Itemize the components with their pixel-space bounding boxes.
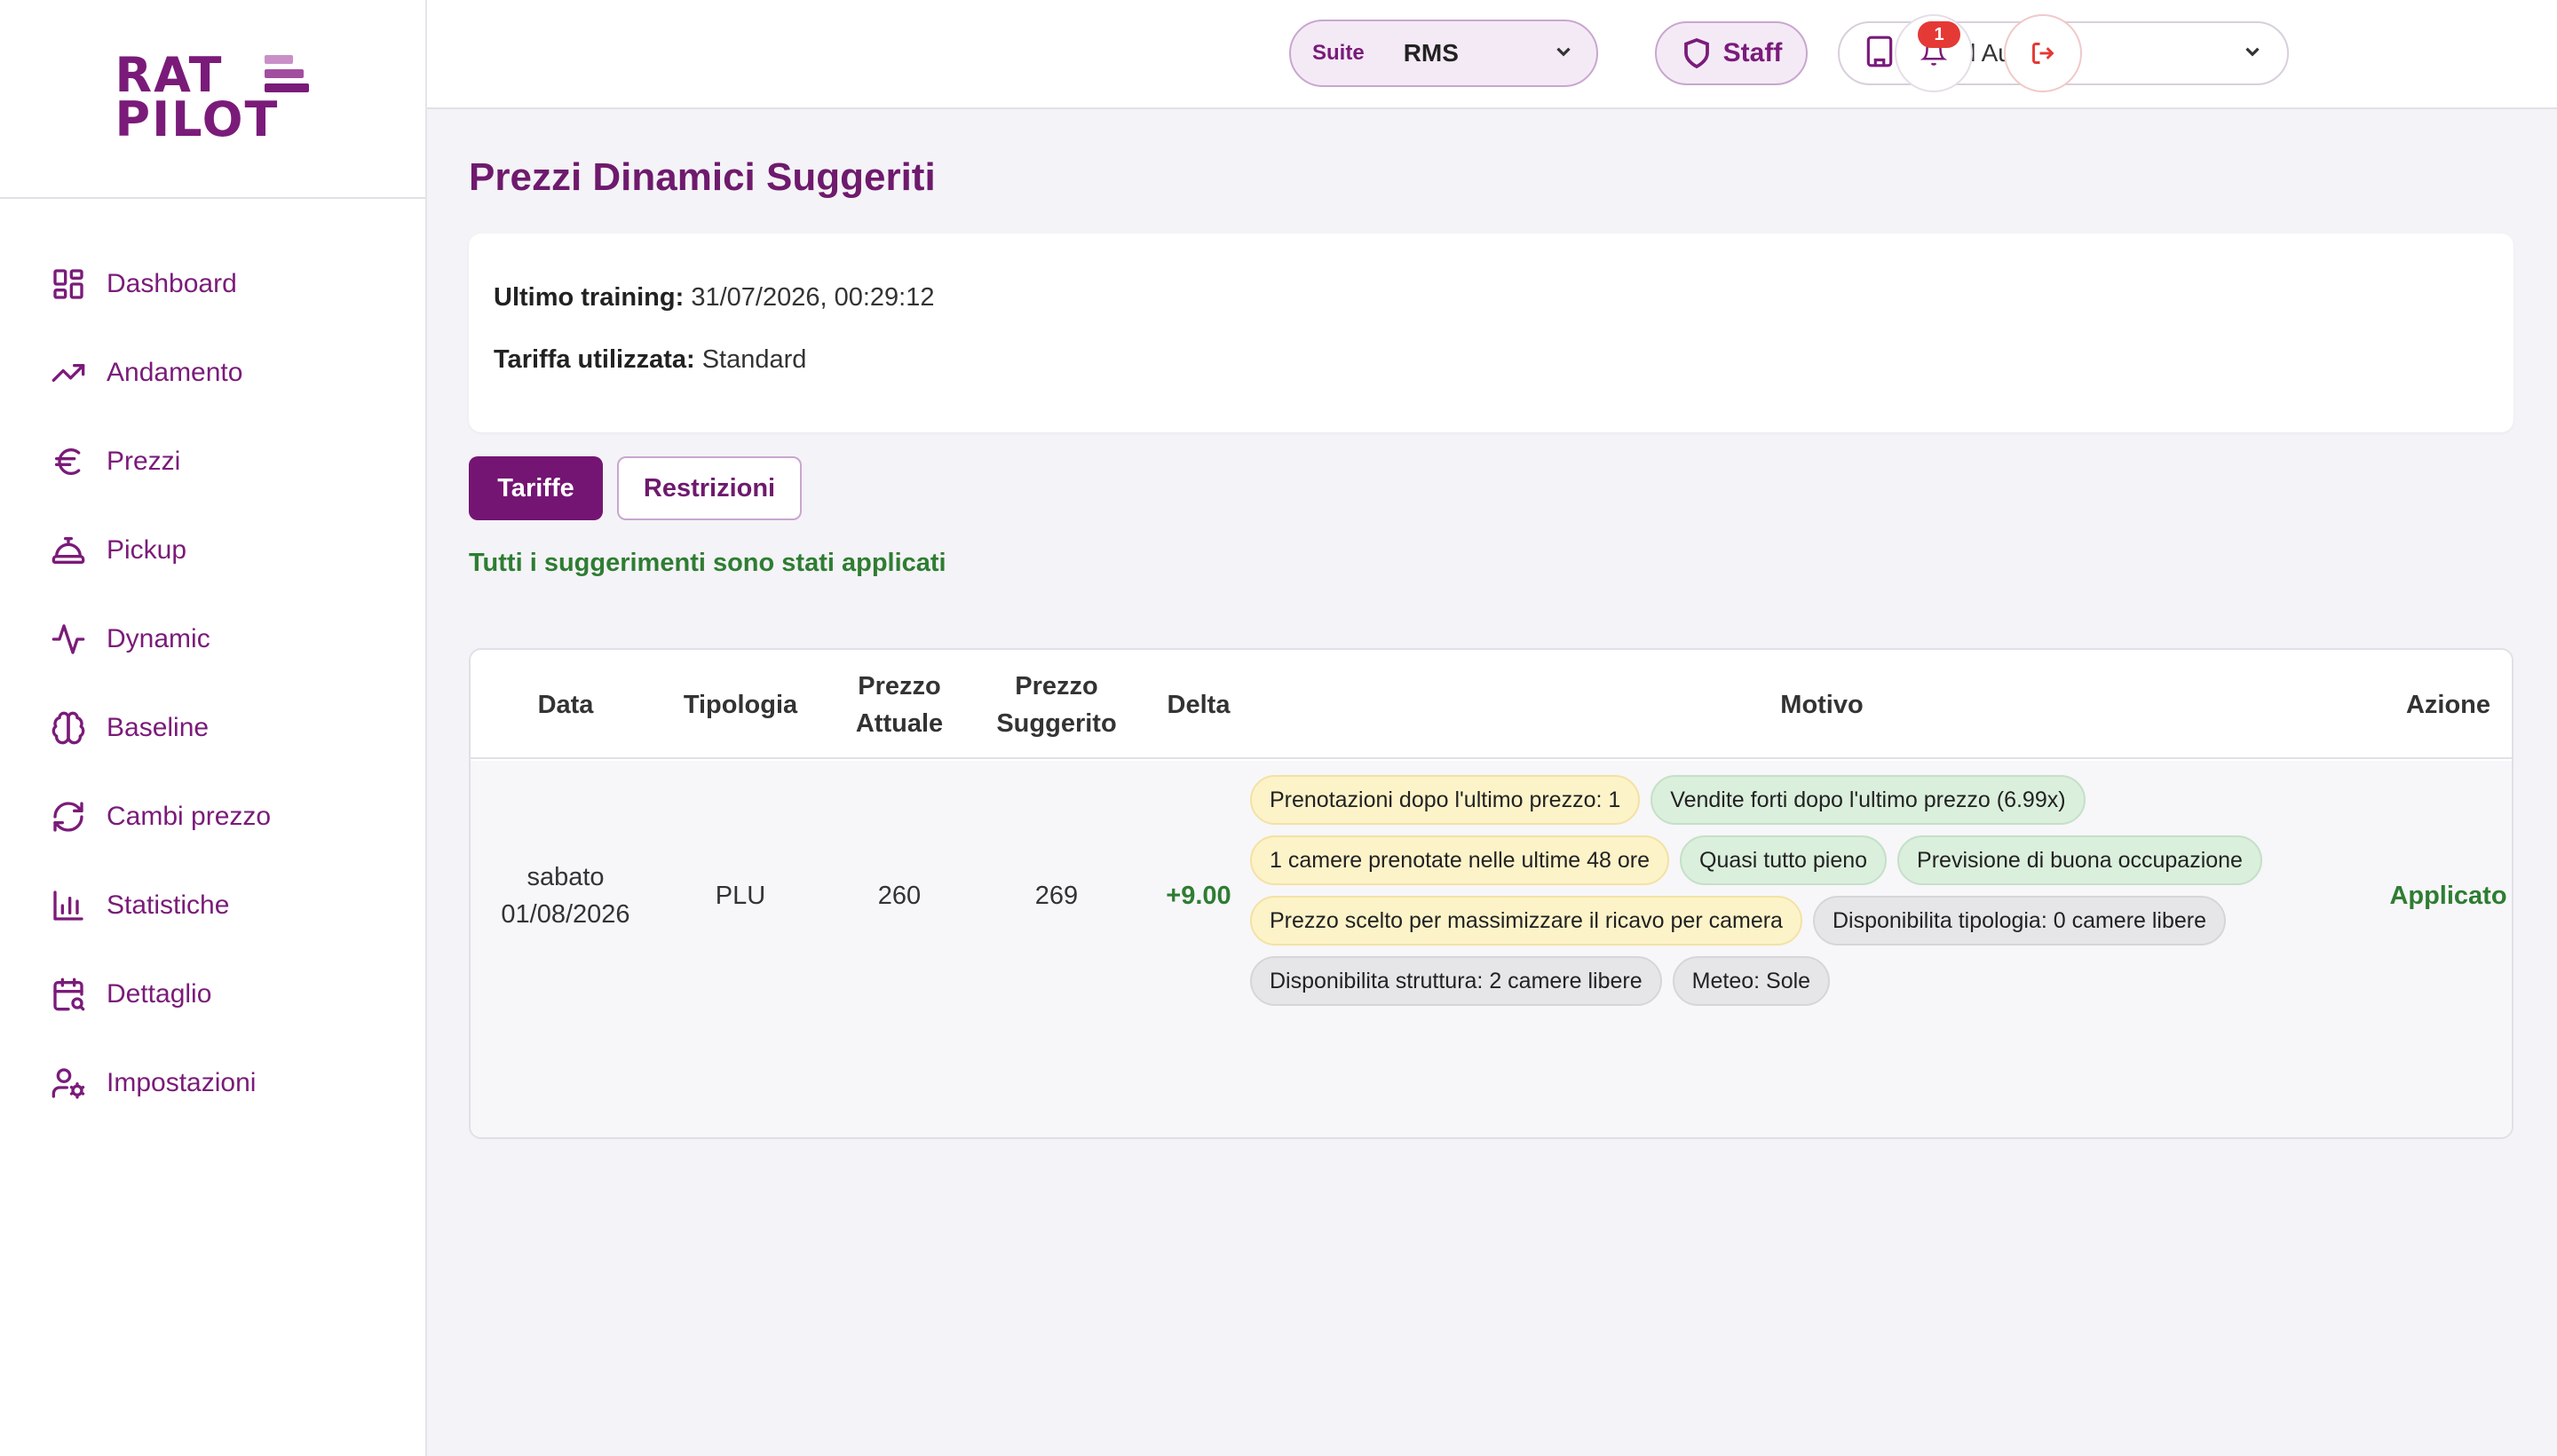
euro-icon [50, 443, 87, 480]
reason-chip: Meteo: Sole [1672, 956, 1831, 1006]
suite-label: Suite [1312, 41, 1365, 65]
cell-day-name: sabato [526, 862, 605, 891]
sidebar-item-pickup[interactable]: Pickup [0, 506, 425, 595]
bar-chart-icon [50, 887, 87, 924]
training-info-card: Ultimo training: 31/07/2026, 00:29:12 Ta… [469, 233, 2513, 432]
training-label: Ultimo training: [494, 283, 685, 312]
staff-label: Staff [1722, 38, 1783, 67]
logo-bars [264, 55, 309, 98]
tab-restrizioni[interactable]: Restrizioni [617, 456, 802, 520]
dashboard-icon [50, 265, 87, 303]
reason-chip: Previsione di buona occupazione [1897, 835, 2262, 885]
calendar-search-icon [50, 976, 87, 1013]
sidebar-item-andamento[interactable]: Andamento [0, 328, 425, 417]
reason-chip: 1 camere prenotate nelle ultime 48 ore [1250, 835, 1670, 885]
cell-date: sabato 01/08/2026 [471, 761, 661, 1030]
page-title: Prezzi Dinamici Suggeriti [469, 155, 936, 199]
reason-chip: Vendite forti dopo l'ultimo prezzo (6.99… [1651, 775, 2086, 825]
suite-select[interactable]: Suite RMS [1289, 20, 1598, 87]
sidebar-item-label: Impostazioni [107, 1068, 257, 1097]
cell-suggested-price: 269 [1034, 881, 1079, 910]
cell-delta: +9.00 [1166, 881, 1231, 910]
shield-icon [1683, 37, 1709, 69]
column-header-suggested[interactable]: Prezzo Suggerito [978, 650, 1135, 759]
sidebar-item-label: Dynamic [107, 624, 210, 653]
notification-badge: 1 [1918, 21, 1960, 48]
suite-value: RMS [1403, 39, 1459, 67]
sidebar-item-dashboard[interactable]: Dashboard [0, 240, 425, 328]
sidebar-item-label: Statistiche [107, 890, 230, 920]
column-header-type[interactable]: Tipologia [661, 650, 820, 759]
reason-chip: Prenotazioni dopo l'ultimo prezzo: 1 [1250, 775, 1641, 825]
reason-chips: Prenotazioni dopo l'ultimo prezzo: 1 Ven… [1250, 775, 2316, 1017]
tab-tariffe[interactable]: Tariffe [469, 456, 603, 520]
chip-row: Prenotazioni dopo l'ultimo prezzo: 1 Ven… [1250, 775, 2316, 825]
cell-current-price: 260 [877, 881, 922, 910]
brain-icon [50, 709, 87, 747]
column-header-reason: Motivo [1780, 690, 1864, 719]
trending-up-icon [50, 354, 87, 392]
chevron-down-icon [2241, 40, 2264, 67]
training-value: 31/07/2026, 00:29:12 [691, 283, 935, 312]
column-header-suggested-l1: Prezzo [1015, 671, 1098, 700]
suggestions-table: Data Tipologia Prezzo Attuale Prezzo Sug… [469, 648, 2513, 1139]
refresh-icon [50, 798, 87, 835]
logout-icon [2032, 43, 2054, 64]
chip-row: Prezzo scelto per massimizzare il ricavo… [1250, 896, 2316, 946]
reason-chip: Disponibilita tipologia: 0 camere libere [1812, 896, 2227, 946]
sidebar-item-dettaglio[interactable]: Dettaglio [0, 950, 425, 1039]
reason-chip: Disponibilita struttura: 2 camere libere [1250, 956, 1662, 1006]
sidebar-item-prezzi[interactable]: Prezzi [0, 417, 425, 506]
staff-button[interactable]: Staff [1655, 21, 1808, 85]
logo-area: RAT PILOT [0, 0, 425, 199]
sidebar-item-cambi-prezzo[interactable]: Cambi prezzo [0, 772, 425, 861]
chevron-down-icon [1552, 40, 1575, 67]
chip-row: Disponibilita struttura: 2 camere libere… [1250, 956, 2316, 1006]
rate-info-row: Tariffa utilizzata: Standard [494, 345, 806, 375]
column-header-delta[interactable]: Delta [1135, 650, 1263, 759]
sidebar-item-dynamic[interactable]: Dynamic [0, 595, 425, 684]
chip-row: 1 camere prenotate nelle ultime 48 ore Q… [1250, 835, 2316, 885]
brand-logo[interactable]: RAT PILOT [115, 50, 311, 147]
cell-type: PLU [715, 881, 766, 910]
sidebar-item-baseline[interactable]: Baseline [0, 684, 425, 772]
sidebar-item-label: Baseline [107, 713, 210, 742]
sidebar-item-label: Andamento [107, 358, 243, 387]
column-header-action: Azione [2405, 690, 2491, 719]
column-header-current[interactable]: Prezzo Attuale [820, 650, 978, 759]
cell-action-status: Applicato [2389, 881, 2507, 910]
top-header: Suite RMS Staff Hotel Aurora [427, 0, 2557, 109]
column-header-suggested-l2: Suggerito [996, 708, 1117, 738]
sidebar-nav: Dashboard Andamento Prezzi Pickup Dynami… [0, 199, 425, 1128]
sidebar: RAT PILOT Dashboard Andamento Prezzi Pic… [0, 0, 427, 1456]
logo-line-2: PILOT [115, 91, 280, 147]
sidebar-item-label: Dettaglio [107, 979, 212, 1009]
column-header-current-l2: Attuale [855, 708, 944, 738]
sidebar-item-impostazioni[interactable]: Impostazioni [0, 1039, 425, 1128]
cell-date-value: 01/08/2026 [501, 899, 630, 929]
activity-icon [50, 621, 87, 658]
sidebar-item-label: Prezzi [107, 447, 181, 476]
sidebar-item-label: Cambi prezzo [107, 802, 272, 831]
column-header-date[interactable]: Data [471, 650, 661, 759]
table-header: Data Tipologia Prezzo Attuale Prezzo Sug… [471, 650, 2512, 759]
logout-button[interactable] [2004, 14, 2082, 92]
sidebar-item-statistiche[interactable]: Statistiche [0, 861, 425, 950]
rate-label: Tariffa utilizzata: [494, 345, 695, 374]
reason-chip: Quasi tutto pieno [1680, 835, 1888, 885]
training-info-row: Ultimo training: 31/07/2026, 00:29:12 [494, 283, 934, 313]
user-cog-icon [50, 1064, 87, 1102]
reason-chip: Prezzo scelto per massimizzare il ricavo… [1250, 896, 1802, 946]
concierge-bell-icon [50, 532, 87, 569]
success-message: Tutti i suggerimenti sono stati applicat… [469, 549, 946, 577]
rate-value: Standard [701, 345, 807, 374]
sidebar-item-label: Pickup [107, 535, 187, 565]
table-body: sabato 01/08/2026 PLU 260 269 +9.00 Pren… [471, 761, 2512, 1137]
app-root: RAT PILOT Dashboard Andamento Prezzi Pic… [0, 0, 2557, 1456]
sidebar-item-label: Dashboard [107, 269, 237, 298]
column-header-current-l1: Prezzo [858, 671, 941, 700]
